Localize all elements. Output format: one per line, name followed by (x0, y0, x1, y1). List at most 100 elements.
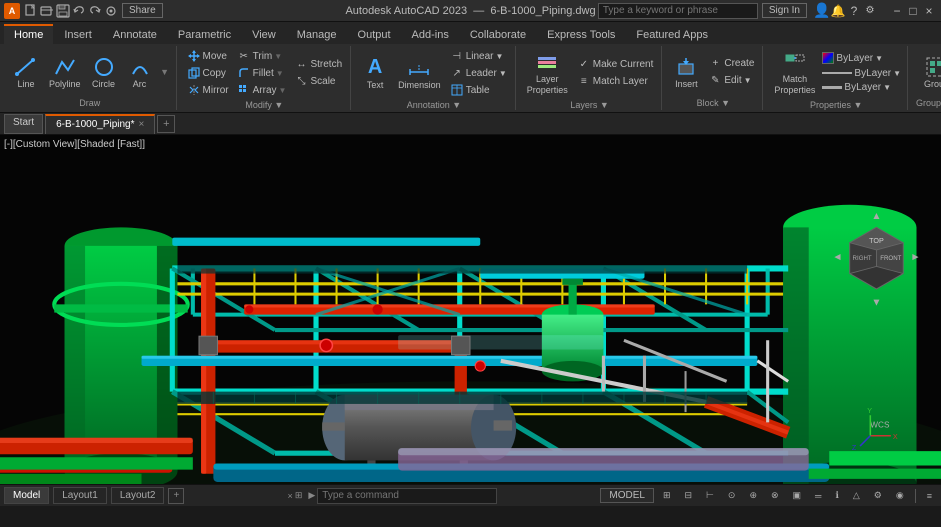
status-divider (915, 489, 916, 503)
stretch-button[interactable]: ↔ Stretch (292, 57, 344, 73)
draw-expand[interactable]: ▼ (160, 67, 170, 77)
insert-button[interactable]: Insert (670, 53, 702, 92)
customize-button[interactable]: ≡ (922, 489, 937, 503)
notification-icon[interactable]: 🔔 (831, 4, 845, 18)
arc-button[interactable]: Arc (124, 53, 156, 92)
otrack-button[interactable]: ⊗ (766, 488, 784, 503)
grid-button[interactable]: ⊟ (680, 488, 698, 503)
minimize-button[interactable]: − (889, 4, 905, 18)
command-input[interactable] (317, 488, 497, 504)
copy-button[interactable]: Copy (185, 65, 231, 81)
restore-button[interactable]: □ (905, 4, 921, 18)
isolate-button[interactable]: ◉ (891, 488, 909, 503)
open-icon[interactable] (40, 4, 54, 18)
start-button[interactable]: Start (4, 114, 43, 134)
make-current-button[interactable]: ✓ Make Current (575, 56, 656, 72)
snap-button[interactable]: ⊞ (658, 488, 676, 503)
move-button[interactable]: Move (185, 48, 231, 64)
tab-addins[interactable]: Add-ins (402, 24, 459, 44)
workspace-icon[interactable] (104, 4, 118, 18)
tab-manage[interactable]: Manage (287, 24, 347, 44)
groups-group-label: Groups ▼ (916, 96, 941, 108)
properties-group-label: Properties ▼ (771, 98, 901, 110)
circle-button[interactable]: Circle (88, 53, 120, 92)
polar-button[interactable]: ⊙ (723, 488, 741, 503)
tab-parametric[interactable]: Parametric (168, 24, 241, 44)
scale-button[interactable]: ⤡ Scale (292, 74, 344, 90)
bylayer-linetype-row[interactable]: ByLayer ▼ (822, 66, 901, 80)
help-icon[interactable]: ? (847, 4, 861, 18)
array-button[interactable]: Array ▼ (235, 82, 289, 98)
new-icon[interactable] (24, 4, 38, 18)
match-properties-button[interactable]: MatchProperties (771, 48, 818, 98)
polyline-button[interactable]: Polyline (46, 53, 84, 92)
svg-text:Y: Y (867, 407, 872, 415)
match-layer-button[interactable]: ≡ Match Layer (575, 73, 656, 89)
doc-tab-active[interactable]: 6-B-1000_Piping* × (45, 114, 155, 134)
settings-icon[interactable]: ⚙ (863, 4, 877, 18)
command-line: × ⊞ ▶ (288, 488, 498, 504)
viewport[interactable]: [-][Custom View][Shaded [Fast]] (0, 135, 941, 484)
save-icon[interactable] (56, 4, 70, 18)
dimension-icon (407, 56, 431, 80)
svg-text:FRONT: FRONT (880, 255, 901, 262)
qp-button[interactable]: ℹ (830, 488, 843, 503)
ribbon-group-modify: Move Copy Mirror (179, 46, 352, 110)
tab-annotate[interactable]: Annotate (103, 24, 167, 44)
create-icon: + (708, 57, 722, 71)
svg-text:RIGHT: RIGHT (853, 255, 872, 262)
mirror-button[interactable]: Mirror (185, 82, 231, 98)
layer-properties-button[interactable]: LayerProperties (524, 48, 571, 98)
edit-button[interactable]: ✎ Edit ▼ (706, 73, 756, 89)
tab-output[interactable]: Output (348, 24, 401, 44)
dyn-button[interactable]: ▣ (788, 488, 807, 503)
line-button[interactable]: Line (10, 53, 42, 92)
arc-label: Arc (133, 79, 147, 90)
text-button[interactable]: A Text (359, 54, 391, 93)
osnap-button[interactable]: ⊕ (744, 488, 762, 503)
leader-button[interactable]: ↗ Leader ▼ (448, 65, 509, 81)
close-button[interactable]: × (921, 4, 937, 18)
line-icon (14, 55, 38, 79)
annotation-scale[interactable]: △ (848, 488, 865, 503)
layer-col: ✓ Make Current ≡ Match Layer (575, 56, 656, 89)
modify-group-label: Modify ▼ (185, 98, 345, 110)
tab-view[interactable]: View (242, 24, 286, 44)
add-layout-button[interactable]: + (168, 488, 184, 504)
model-tab[interactable]: Model (4, 487, 49, 504)
doc-close-button[interactable]: × (139, 119, 145, 130)
modify-tools: Move Copy Mirror (185, 48, 345, 98)
edit-icon: ✎ (708, 74, 722, 88)
bylayer-lineweight-row[interactable]: ByLayer ▼ (822, 81, 901, 94)
new-tab-button[interactable]: + (157, 115, 175, 133)
type-indicator: ▶ (308, 490, 315, 501)
group-button[interactable]: Group (920, 53, 941, 92)
tab-featuredapps[interactable]: Featured Apps (626, 24, 718, 44)
ribbon-group-layers: LayerProperties ✓ Make Current ≡ Match L… (518, 46, 663, 110)
create-button[interactable]: + Create (706, 56, 756, 72)
tab-expresstools[interactable]: Express Tools (537, 24, 625, 44)
layout1-tab[interactable]: Layout1 (53, 487, 107, 504)
bylayer-color-row[interactable]: ByLayer ▼ (822, 51, 901, 65)
search-input[interactable] (598, 3, 758, 19)
tab-home[interactable]: Home (4, 24, 53, 44)
redo-icon[interactable] (88, 4, 102, 18)
share-button[interactable]: Share (122, 3, 163, 18)
linear-button[interactable]: ⊣ Linear ▼ (448, 48, 509, 64)
dimension-button[interactable]: Dimension (395, 54, 444, 93)
layout2-tab[interactable]: Layout2 (111, 487, 165, 504)
lw-button[interactable]: ═ (810, 489, 826, 503)
annot-col: ⊣ Linear ▼ ↗ Leader ▼ Table (448, 48, 509, 98)
signin-button[interactable]: Sign In (762, 3, 807, 18)
insert-label: Insert (675, 79, 698, 90)
trim-button[interactable]: ✂ Trim ▼ (235, 48, 289, 64)
workspace-button[interactable]: ⚙ (869, 488, 887, 503)
tab-collaborate[interactable]: Collaborate (460, 24, 536, 44)
ortho-button[interactable]: ⊢ (701, 488, 719, 503)
table-button[interactable]: Table (448, 82, 509, 98)
undo-icon[interactable] (72, 4, 86, 18)
fillet-button[interactable]: Fillet ▼ (235, 65, 289, 81)
tab-insert[interactable]: Insert (54, 24, 102, 44)
linetype-preview (822, 72, 852, 74)
account-icon[interactable]: 👤 (815, 4, 829, 18)
